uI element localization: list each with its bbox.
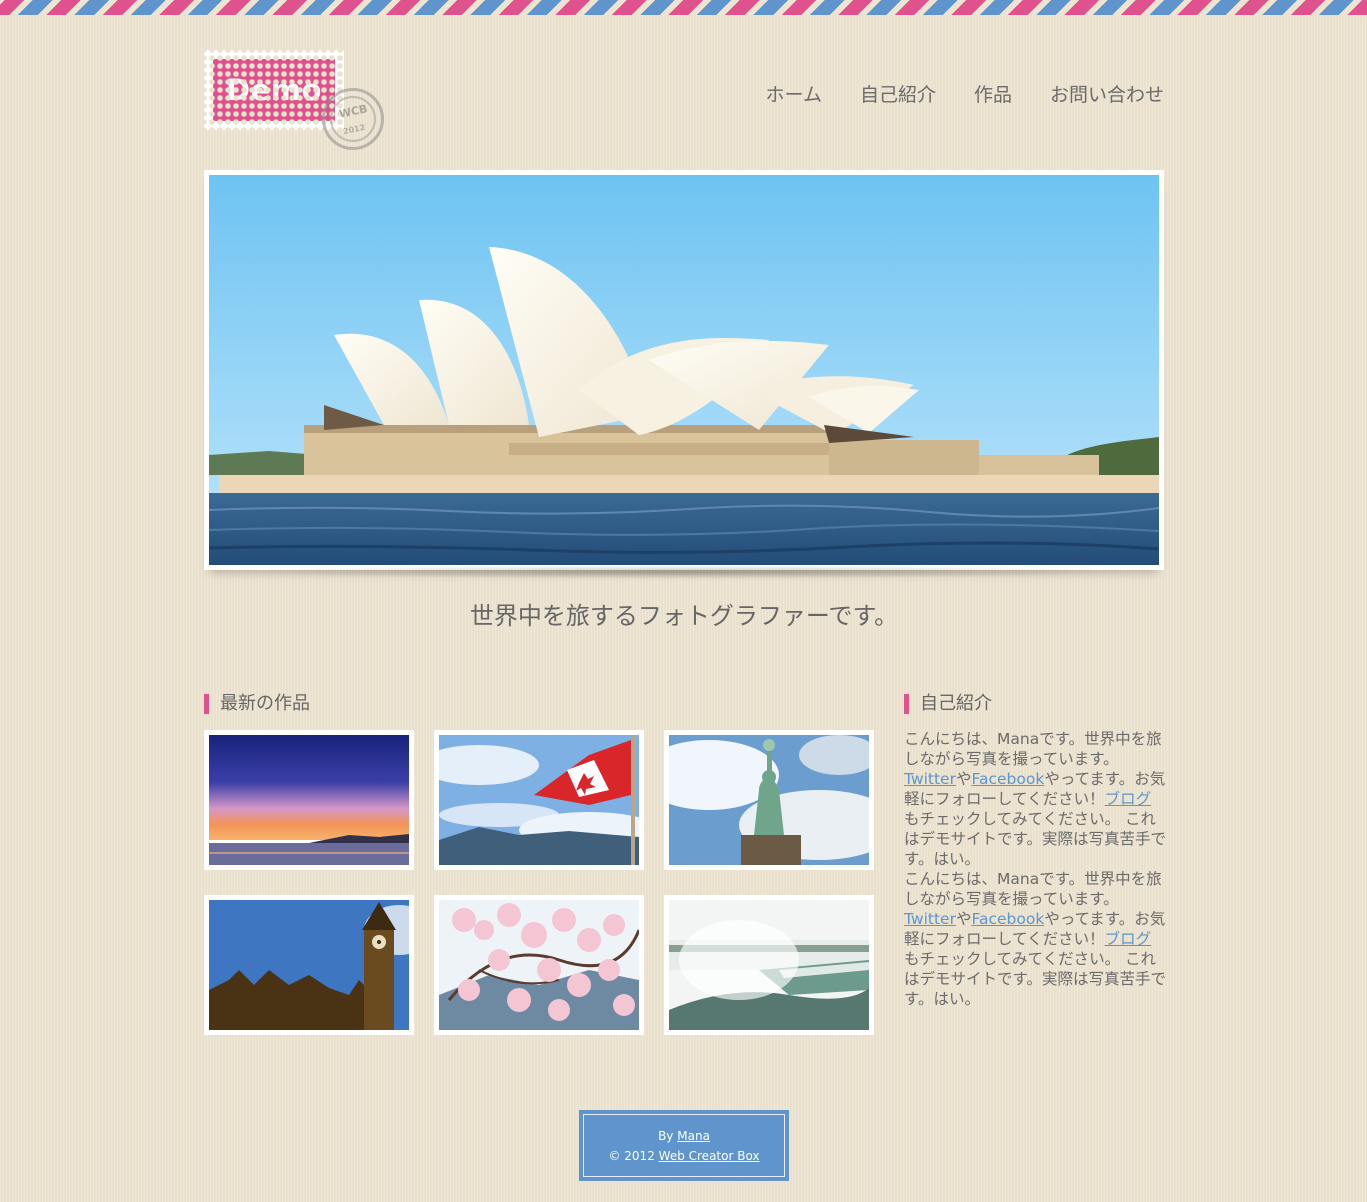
work-thumb-cherry-blossoms[interactable] xyxy=(434,895,644,1035)
waterfall-image xyxy=(669,900,869,1030)
postmark-year: 2012 xyxy=(342,122,366,137)
about-text-outro: もチェックしてみてください。 これはデモサイトです。実際は写真苦手です。はい。 xyxy=(904,950,1166,1008)
hero-tagline: 世界中を旅するフォトグラファーです。 xyxy=(469,602,899,630)
about-text: こんにちは、Manaです。世界中を旅しながら写真を撮っています。Twitterや… xyxy=(904,729,1166,1009)
about-text-ya: や xyxy=(955,770,972,788)
postmark-text: WCB xyxy=(337,102,369,121)
sunset-image xyxy=(209,735,409,865)
work-thumb-statue-liberty[interactable] xyxy=(664,730,874,870)
work-thumb-sunset[interactable] xyxy=(204,730,414,870)
work-thumb-big-ben[interactable] xyxy=(204,895,414,1035)
twitter-link[interactable]: Twitter xyxy=(904,910,956,928)
blog-link[interactable]: ブログ xyxy=(1105,790,1152,808)
logo[interactable]: Demo xyxy=(213,59,335,121)
about-text-ya: や xyxy=(955,910,972,928)
about-text-outro: もチェックしてみてください。 これはデモサイトです。実際は写真苦手です。はい。 xyxy=(904,810,1166,868)
work-thumb-waterfall[interactable] xyxy=(664,895,874,1035)
nav-contact[interactable]: お問い合わせ xyxy=(1050,80,1164,107)
about-text-intro: こんにちは、Manaです。世界中を旅しながら写真を撮っています。 xyxy=(904,870,1162,908)
canada-flag-image xyxy=(439,735,639,865)
nav-home[interactable]: ホーム xyxy=(766,80,822,107)
footer: By Mana © 2012 Web Creator Box xyxy=(579,1110,789,1181)
main-nav: ホーム 自己紹介 作品 お問い合わせ xyxy=(766,80,1164,107)
footer-byline: By Mana xyxy=(658,1126,710,1146)
blog-link[interactable]: ブログ xyxy=(1105,930,1152,948)
statue-of-liberty-image xyxy=(669,735,869,865)
footer-by: By xyxy=(658,1128,674,1143)
about-text-intro: こんにちは、Manaです。世界中を旅しながら写真を撮っています。 xyxy=(904,730,1162,768)
cherry-blossoms-image xyxy=(439,900,639,1030)
big-ben-image xyxy=(209,900,409,1030)
twitter-link[interactable]: Twitter xyxy=(904,770,956,788)
footer-copyright: © 2012 Web Creator Box xyxy=(608,1146,759,1166)
nav-about[interactable]: 自己紹介 xyxy=(860,80,936,107)
works-title: 最新の作品 xyxy=(204,694,310,714)
about-title: 自己紹介 xyxy=(904,694,992,714)
postmark-stamp: WCB 2012 xyxy=(322,88,384,150)
hero-image-frame xyxy=(204,170,1164,570)
facebook-link[interactable]: Facebook xyxy=(971,770,1044,788)
about-paragraph-2: こんにちは、Manaです。世界中を旅しながら写真を撮っています。 Twitterや… xyxy=(904,869,1166,1009)
work-thumb-canada-flag[interactable] xyxy=(434,730,644,870)
hero-image-opera-house xyxy=(209,175,1159,565)
about-paragraph-1: こんにちは、Manaです。世界中を旅しながら写真を撮っています。 Twitterや… xyxy=(904,729,1166,869)
nav-works[interactable]: 作品 xyxy=(974,80,1012,107)
copyright-text: © 2012 xyxy=(608,1148,655,1163)
site-link[interactable]: Web Creator Box xyxy=(659,1149,760,1163)
airmail-border xyxy=(0,0,1367,15)
footer-inner: By Mana © 2012 Web Creator Box xyxy=(583,1114,785,1177)
hero-shadow xyxy=(225,565,1140,579)
facebook-link[interactable]: Facebook xyxy=(971,910,1044,928)
author-link[interactable]: Mana xyxy=(677,1129,710,1143)
